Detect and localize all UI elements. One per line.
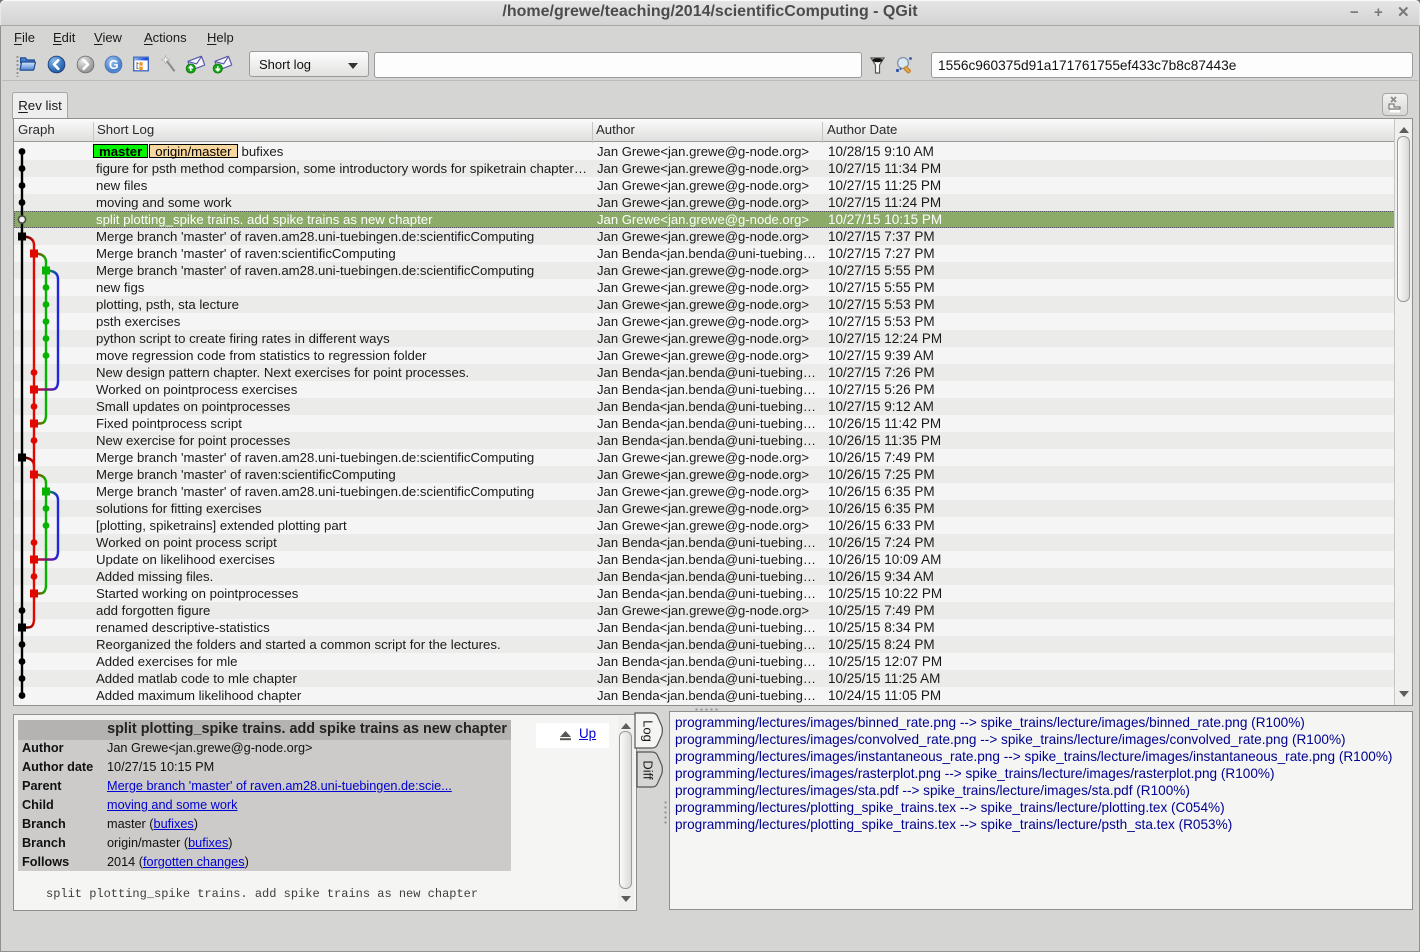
svg-text:Log: Log — [641, 720, 656, 742]
svg-text:G: G — [109, 58, 119, 72]
svg-text:Diff: Diff — [641, 760, 656, 780]
